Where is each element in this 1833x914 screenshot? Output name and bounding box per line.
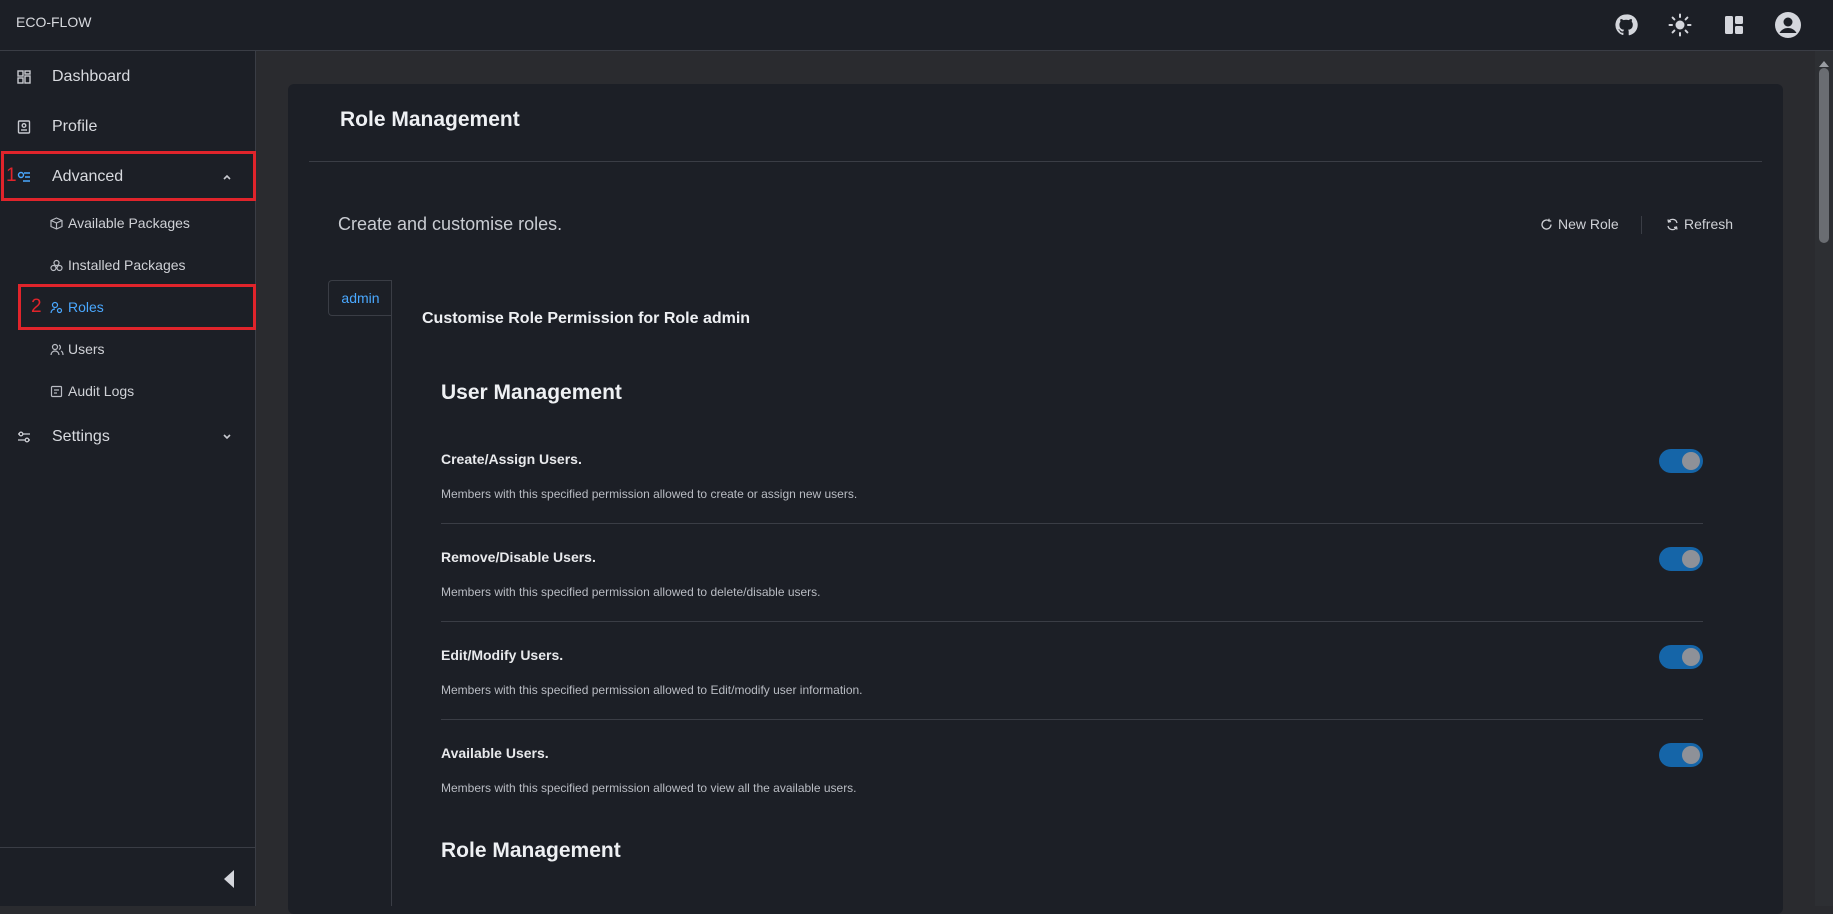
sidebar-subitem-label: Users	[68, 341, 105, 357]
permission-description: Members with this specified permission a…	[441, 487, 858, 501]
permission-description: Members with this specified permission a…	[441, 683, 863, 697]
sidebar-item-users[interactable]: Users	[50, 336, 105, 362]
sidebar-item-label: Profile	[52, 118, 98, 135]
permission-title: Remove/Disable Users.	[441, 549, 596, 565]
sidebar-subitem-label: Roles	[68, 299, 104, 315]
sidebar-subitem-label: Audit Logs	[68, 383, 135, 399]
users-icon	[50, 342, 64, 356]
sidebar-item-settings[interactable]: Settings	[0, 424, 256, 450]
permission-divider	[441, 523, 1703, 524]
audit-logs-icon	[50, 384, 64, 398]
roles-icon	[50, 300, 64, 314]
permission-title: Available Users.	[441, 745, 549, 761]
page-subtitle: Create and customise roles.	[338, 214, 563, 234]
sidebar-item-audit-logs[interactable]: Audit Logs	[50, 378, 134, 404]
package-icon	[50, 216, 64, 230]
available-users-toggle[interactable]	[1659, 743, 1703, 767]
advanced-icon	[16, 169, 32, 185]
chevron-down-icon	[220, 430, 234, 444]
annotation-label-2: 2	[31, 296, 42, 317]
sidebar-subitem-label: Available Packages	[68, 215, 190, 231]
scroll-up-arrow-icon[interactable]	[1818, 55, 1830, 67]
sidebar-item-roles[interactable]: Roles	[50, 294, 104, 320]
sidebar-item-installed-packages[interactable]: Installed Packages	[50, 252, 186, 278]
chevron-up-icon	[220, 170, 234, 184]
remove-disable-users-toggle[interactable]	[1659, 547, 1703, 571]
page-title: Role Management	[340, 108, 520, 131]
sidebar-item-profile[interactable]: Profile	[0, 114, 256, 140]
title-divider	[309, 161, 1762, 162]
tab-admin[interactable]: admin	[328, 280, 392, 316]
edit-modify-users-toggle[interactable]	[1659, 645, 1703, 669]
refresh-button[interactable]: Refresh	[1666, 216, 1733, 232]
refresh-icon	[1667, 218, 1678, 230]
customise-role-title: Customise Role Permission for Role admin	[422, 310, 751, 327]
permission-title: Edit/Modify Users.	[441, 647, 564, 663]
top-app-bar: ECO-FLOW	[0, 0, 1833, 51]
sidebar-item-available-packages[interactable]: Available Packages	[50, 210, 190, 236]
new-role-icon	[1541, 218, 1552, 230]
tab-label: admin	[341, 290, 380, 306]
permission-divider	[441, 719, 1703, 720]
sidebar-item-dashboard[interactable]: Dashboard	[0, 64, 256, 90]
account-icon[interactable]	[1761, 10, 1815, 40]
installed-packages-icon	[50, 258, 64, 272]
permission-divider	[441, 621, 1703, 622]
sidebar-item-label: Settings	[52, 428, 110, 445]
permission-description: Members with this specified permission a…	[441, 781, 857, 795]
sidebar-item-label: Dashboard	[52, 68, 131, 85]
github-icon[interactable]	[1599, 10, 1653, 40]
create-assign-users-toggle[interactable]	[1659, 449, 1703, 473]
dashboard-icon	[16, 69, 32, 85]
collapse-sidebar-icon[interactable]	[222, 868, 236, 890]
top-icon-group	[1599, 10, 1815, 40]
tab-panel-divider	[391, 280, 392, 906]
sidebar-item-label: Advanced	[52, 168, 124, 185]
refresh-label: Refresh	[1684, 216, 1734, 232]
action-separator	[1641, 216, 1642, 234]
scrollbar-thumb[interactable]	[1819, 68, 1829, 243]
sidebar-divider	[0, 847, 255, 848]
sun-icon[interactable]	[1653, 10, 1707, 40]
sidebar-item-advanced[interactable]: Advanced	[0, 164, 256, 190]
app-title: ECO-FLOW	[16, 14, 92, 30]
section-heading-role-management: Role Management	[441, 839, 621, 862]
layout-icon[interactable]	[1707, 10, 1761, 40]
permission-description: Members with this specified permission a…	[441, 585, 821, 599]
sidebar-subitem-label: Installed Packages	[68, 257, 186, 273]
profile-icon	[16, 119, 32, 135]
new-role-button[interactable]: New Role	[1540, 216, 1619, 232]
section-heading-user-management: User Management	[441, 381, 622, 404]
permission-title: Create/Assign Users.	[441, 451, 582, 467]
new-role-label: New Role	[1558, 216, 1619, 232]
settings-icon	[16, 429, 32, 445]
